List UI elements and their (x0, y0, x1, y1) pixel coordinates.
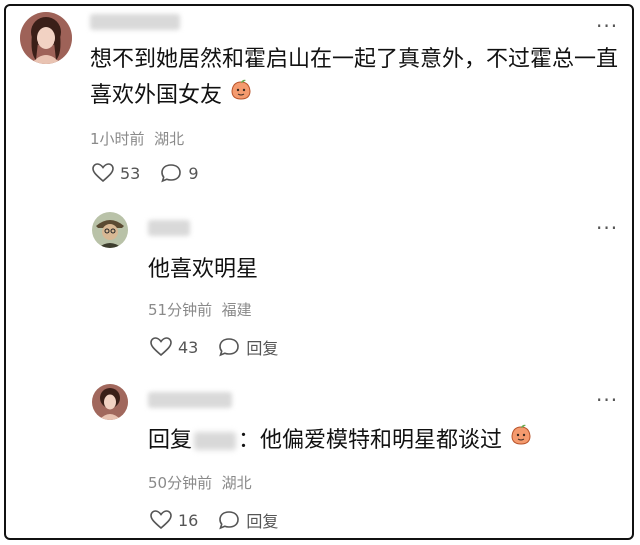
like-count: 43 (178, 337, 199, 357)
like-count: 16 (178, 510, 199, 530)
like-button[interactable]: 16 (150, 510, 198, 530)
reply-button[interactable]: 9 (160, 163, 199, 183)
peach-face-emoji-icon (229, 78, 253, 114)
reply-label: 回复 (246, 339, 279, 358)
comment-actions: 16 回复 (150, 508, 278, 532)
peach-face-emoji-icon (509, 423, 533, 459)
mentioned-user-blurred[interactable] (194, 432, 237, 450)
comment-text: 回复 ：他偏爱模特和明星都谈过 (148, 423, 533, 459)
avatar[interactable] (20, 12, 72, 64)
comment-meta: 50分钟前 湖北 (148, 474, 252, 492)
like-button[interactable]: 53 (92, 163, 140, 183)
speech-bubble-icon (219, 338, 240, 357)
more-options-icon[interactable]: ··· (596, 16, 618, 36)
avatar[interactable] (92, 384, 128, 420)
username-blurred[interactable] (148, 392, 232, 408)
comment-text: 想不到她居然和霍启山在一起了真意外，不过霍总一直 喜欢外国女友 (90, 42, 630, 114)
like-button[interactable]: 43 (150, 337, 198, 357)
like-count: 53 (120, 163, 141, 183)
avatar[interactable] (92, 212, 128, 248)
reply-label: 回复 (246, 512, 279, 531)
comment-actions: 53 9 (92, 163, 199, 183)
comment-meta: 1小时前 湖北 (90, 130, 185, 148)
comment-actions: 43 回复 (150, 335, 278, 359)
comment-text-line: 喜欢外国女友 (90, 78, 630, 114)
reply-button[interactable]: 回复 (218, 335, 278, 359)
username-blurred[interactable] (148, 220, 190, 236)
heart-outline-icon (150, 337, 172, 357)
more-options-icon[interactable]: ··· (596, 218, 618, 238)
comment-text: 他喜欢明星 (148, 257, 259, 282)
heart-outline-icon (150, 510, 172, 530)
comment-meta: 51分钟前 福建 (148, 301, 252, 319)
reply-count: 9 (188, 163, 199, 183)
speech-bubble-icon (161, 164, 182, 183)
heart-outline-icon (92, 163, 114, 183)
more-options-icon[interactable]: ··· (596, 390, 618, 410)
comment-body: ：他偏爱模特和明星都谈过 (238, 428, 503, 453)
comment-text-line: 想不到她居然和霍启山在一起了真意外，不过霍总一直 (90, 47, 619, 72)
speech-bubble-icon (219, 511, 240, 530)
reply-button[interactable]: 回复 (218, 508, 278, 532)
username-blurred[interactable] (90, 14, 180, 30)
reply-prefix: 回复 (148, 428, 193, 453)
